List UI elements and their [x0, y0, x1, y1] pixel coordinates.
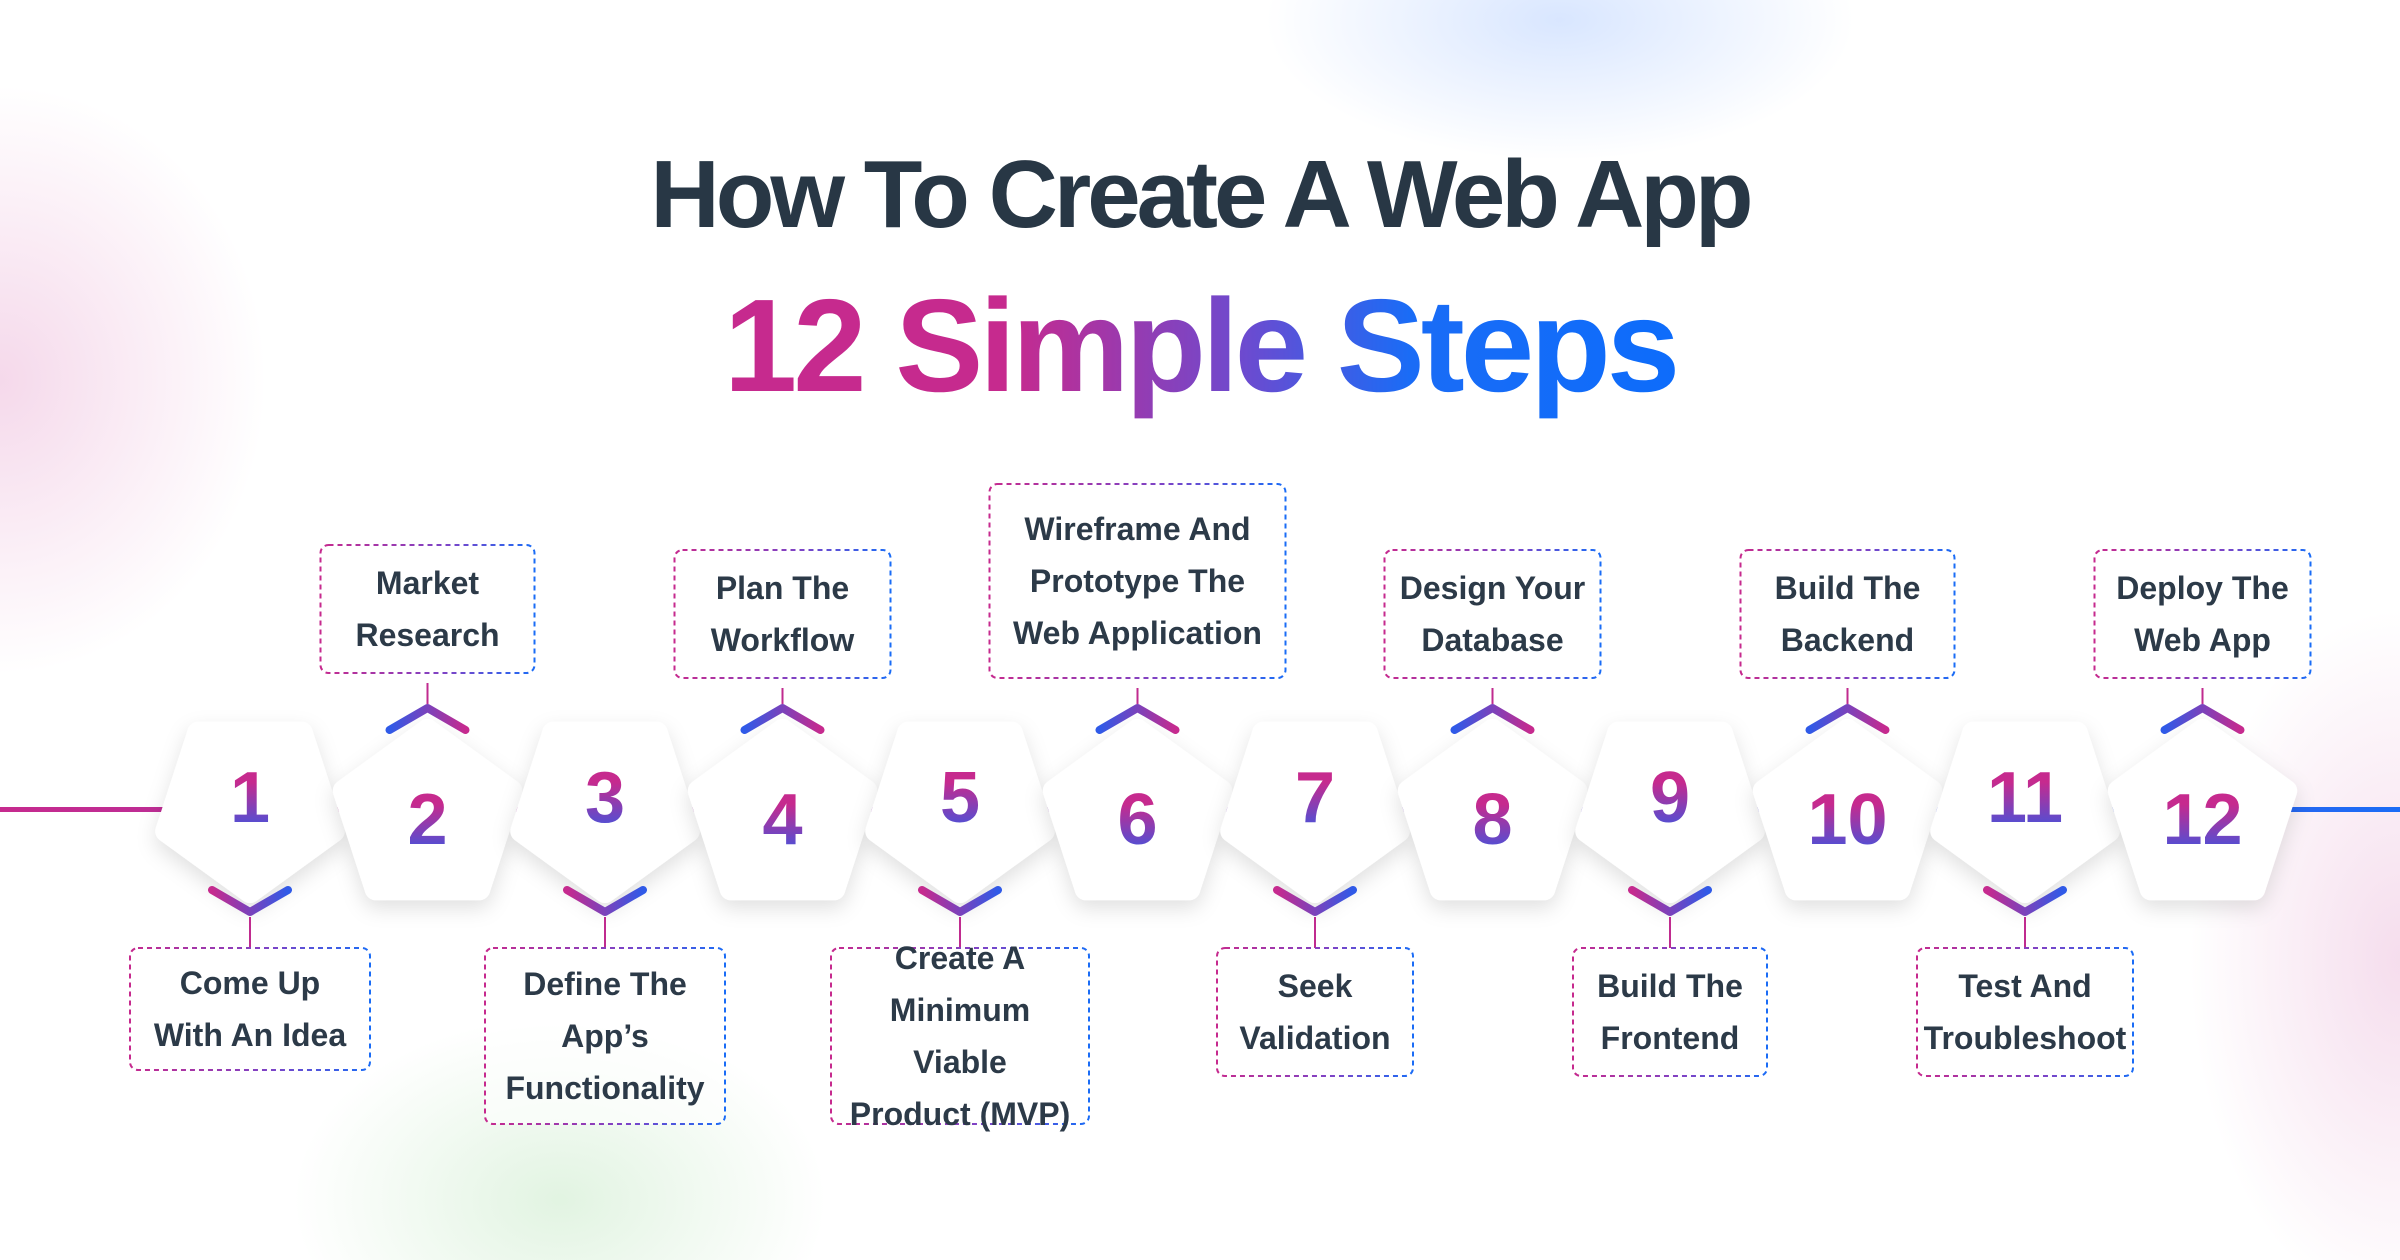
step-11: 11: [1930, 721, 2120, 948]
step-10: 10: [1752, 688, 1943, 901]
step-label: Define The App’s Functionality: [485, 948, 725, 1124]
step-number: 1: [230, 758, 270, 838]
step-label: Seek Validation: [1217, 948, 1413, 1076]
step-number: 11: [1987, 758, 2063, 838]
step-number: 2: [407, 780, 447, 860]
step-2: 2: [332, 683, 523, 901]
step-number: 7: [1295, 758, 1335, 838]
step-label: Design Your Database: [1385, 550, 1601, 678]
step-label: Deploy The Web App: [2095, 550, 2311, 678]
step-9: 9: [1575, 721, 1765, 948]
step-number: 9: [1650, 758, 1690, 838]
step-number: 4: [762, 780, 802, 860]
step-label-text: Market Research: [355, 565, 500, 653]
step-number: 5: [940, 758, 980, 838]
step-label-text: Wireframe And Prototype The Web Applicat…: [1013, 511, 1262, 651]
step-label: Market Research: [321, 545, 535, 673]
step-4: 4: [687, 688, 878, 901]
step-number: 10: [1807, 780, 1887, 860]
step-8: 8: [1397, 688, 1588, 901]
step-label: Wireframe And Prototype The Web Applicat…: [990, 484, 1286, 678]
step-label: Plan The Workflow: [675, 550, 891, 678]
step-label-text: Plan The Workflow: [710, 570, 855, 658]
step-label-text: Deploy The Web App: [2116, 570, 2289, 658]
step-3: 3: [510, 721, 700, 948]
step-label-text: Come Up With An Idea: [153, 965, 347, 1053]
step-label: Test And Troubleshoot: [1917, 948, 2133, 1076]
step-number: 8: [1472, 780, 1512, 860]
step-label: Build The Frontend: [1573, 948, 1767, 1076]
step-6: 6: [1042, 688, 1233, 901]
step-label-text: Create A Minimum Viable Product (MVP): [849, 940, 1071, 1132]
step-12: 12: [2107, 688, 2298, 901]
step-label-text: Build The Frontend: [1597, 968, 1743, 1056]
step-7: 7: [1220, 721, 1410, 948]
step-label-text: Test And Troubleshoot: [1923, 968, 2127, 1056]
step-5: 5: [865, 721, 1055, 948]
step-label: Come Up With An Idea: [130, 948, 370, 1070]
step-label-text: Seek Validation: [1239, 968, 1391, 1056]
step-label-text: Build The Backend: [1774, 570, 1921, 658]
step-number: 12: [2162, 780, 2242, 860]
step-number: 6: [1117, 780, 1157, 860]
step-label-text: Define The App’s Functionality: [505, 966, 705, 1106]
step-label: Create A Minimum Viable Product (MVP): [831, 940, 1089, 1132]
step-label-text: Design Your Database: [1399, 570, 1586, 658]
step-1: 1: [155, 721, 345, 948]
step-number: 3: [585, 758, 625, 838]
step-label: Build The Backend: [1741, 550, 1955, 678]
